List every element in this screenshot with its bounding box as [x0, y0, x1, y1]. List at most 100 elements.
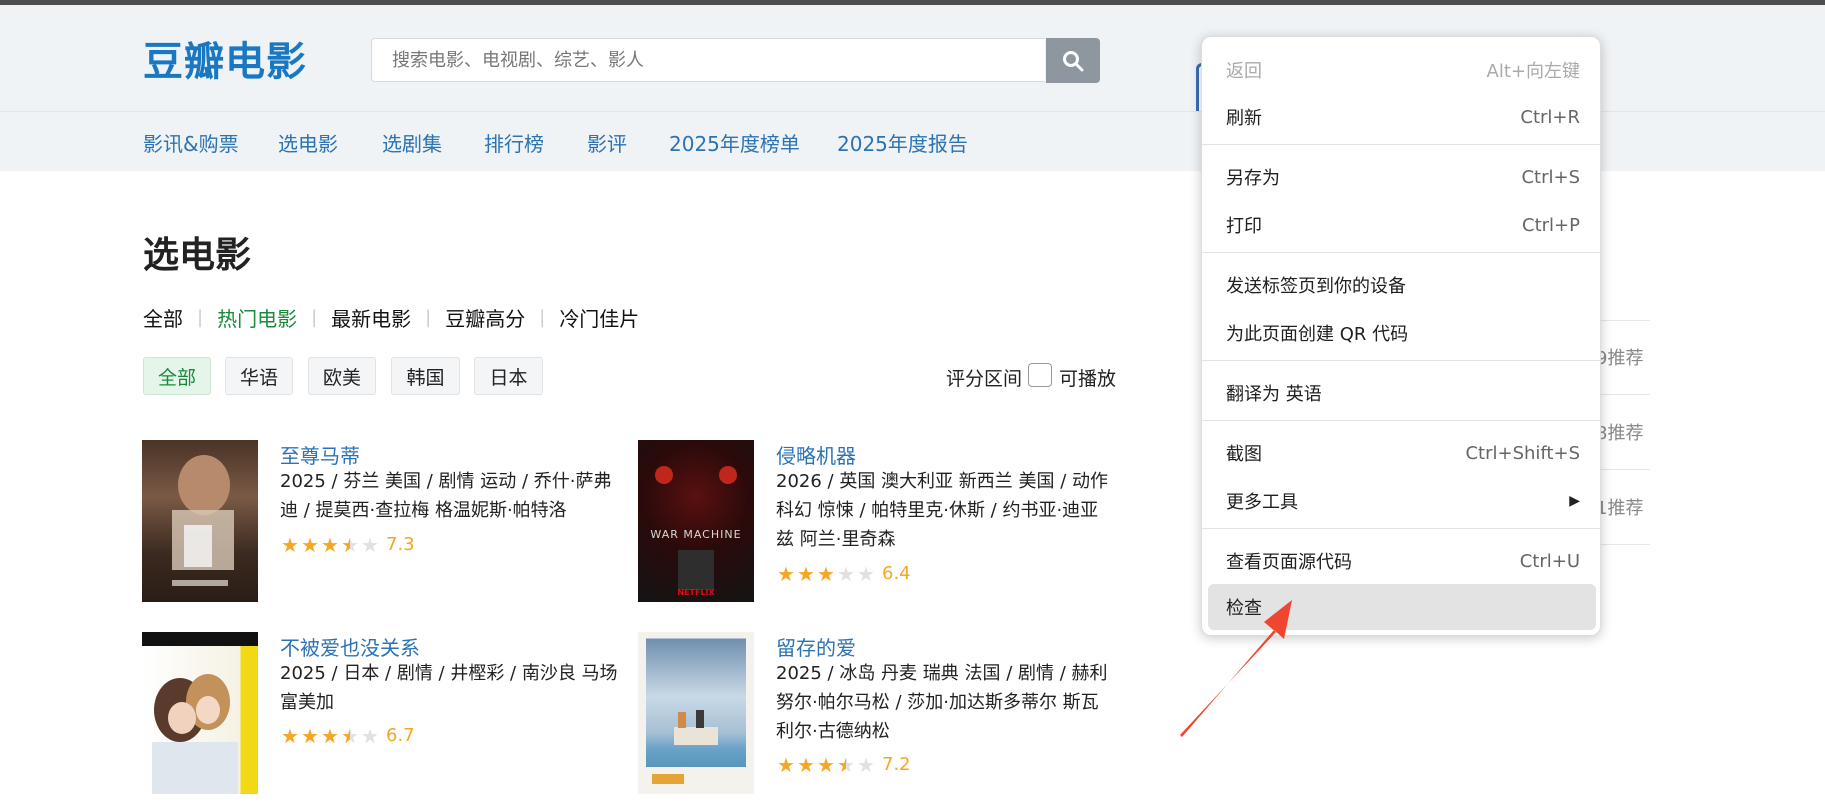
menu-shortcut: Ctrl+Shift+S	[1465, 442, 1580, 464]
menu-item-view-source[interactable]: 查看页面源代码 Ctrl+U	[1208, 538, 1596, 584]
menu-divider	[1202, 252, 1600, 253]
star-icon: ★	[777, 752, 795, 777]
half-star-icon: ★	[341, 532, 359, 557]
menu-item-label: 另存为	[1226, 168, 1280, 189]
poster-love-that-remains[interactable]	[638, 632, 754, 794]
nav-item-annual-list[interactable]: 2025年度榜单	[669, 128, 800, 157]
star-icon: ★	[321, 532, 339, 557]
menu-shortcut: Alt+向左键	[1486, 61, 1580, 82]
star-icon: ★	[361, 532, 379, 557]
movie-title[interactable]: 至尊马蒂	[280, 440, 360, 469]
star-icon: ★	[857, 561, 875, 586]
playable-label[interactable]: 可播放	[1059, 364, 1116, 391]
movie-rating: ★ ★ ★ ★ ★ 6.7	[280, 725, 415, 746]
poster-war-machine[interactable]: WAR MACHINE NETFLIX	[638, 440, 754, 602]
star-icon: ★	[817, 561, 835, 586]
star-icon: ★	[281, 723, 299, 748]
star-icon: ★	[837, 561, 855, 586]
douban-movie-logo[interactable]: 豆瓣电影	[143, 29, 307, 87]
menu-item-print[interactable]: 打印 Ctrl+P	[1208, 202, 1596, 248]
menu-divider	[1202, 144, 1600, 145]
star-icon: ★	[321, 723, 339, 748]
search-input[interactable]	[371, 38, 1045, 82]
search-icon	[1063, 50, 1084, 71]
star-icon: ★	[817, 752, 835, 777]
tab-divider: |	[539, 307, 546, 328]
menu-item-label: 更多工具	[1226, 492, 1298, 513]
star-icon: ★	[797, 561, 815, 586]
movie-meta: 2025 / 冰岛 丹麦 瑞典 法国 / 剧情 / 赫利努尔·帕尔马松 / 莎加…	[776, 663, 1108, 742]
movie-meta: 2026 / 英国 澳大利亚 新西兰 美国 / 动作 科幻 惊悚 / 帕特里克·…	[776, 471, 1108, 550]
recommend-count: 8推荐	[1596, 423, 1644, 444]
menu-item-inspect[interactable]: 检查	[1208, 584, 1596, 630]
tab-all[interactable]: 全部	[143, 303, 183, 332]
nav-item-reviews[interactable]: 影评	[587, 128, 627, 157]
region-chip-chinese[interactable]: 华语	[225, 357, 293, 395]
menu-divider	[1202, 360, 1600, 361]
menu-item-label: 检查	[1226, 598, 1262, 619]
menu-item-refresh[interactable]: 刷新 Ctrl+R	[1208, 94, 1596, 140]
half-star-icon: ★	[341, 723, 359, 748]
star-icon: ★	[797, 752, 815, 777]
tab-hidden-gems[interactable]: 冷门佳片	[559, 303, 639, 332]
menu-item-back: 返回 Alt+向左键	[1208, 47, 1596, 93]
movie-rating: ★ ★ ★ ★ ★ 7.2	[776, 754, 911, 775]
submenu-arrow-icon: ▶	[1569, 493, 1580, 509]
playable-checkbox[interactable]	[1028, 363, 1052, 387]
score-range-filter[interactable]: 评分区间	[946, 364, 1022, 391]
movie-rating: ★ ★ ★ ★ ★ 6.4	[776, 563, 911, 584]
poster-art	[655, 466, 737, 590]
region-chip-all[interactable]: 全部	[143, 357, 211, 395]
star-icon: ★	[301, 532, 319, 557]
movie-title[interactable]: 留存的爱	[776, 632, 856, 661]
poster-art	[638, 632, 754, 794]
context-menu: 返回 Alt+向左键 刷新 Ctrl+R 另存为 Ctrl+S 打印 Ctrl+…	[1201, 36, 1601, 636]
poster-title-text: WAR MACHINE	[650, 528, 742, 541]
menu-item-send-to-device[interactable]: 发送标签页到你的设备	[1208, 262, 1596, 308]
nav-item-movies[interactable]: 选电影	[278, 128, 338, 157]
menu-shortcut: Ctrl+U	[1519, 550, 1580, 572]
region-chip-western[interactable]: 欧美	[308, 357, 376, 395]
search-button[interactable]	[1046, 38, 1100, 83]
nav-item-annual-report[interactable]: 2025年度报告	[837, 128, 968, 157]
menu-item-create-qr[interactable]: 为此页面创建 QR 代码	[1208, 310, 1596, 356]
nav-item-charts[interactable]: 排行榜	[484, 128, 544, 157]
recommend-count: 1推荐	[1596, 498, 1644, 519]
menu-item-more-tools[interactable]: 更多工具 ▶	[1208, 478, 1596, 524]
poster-unloved[interactable]	[142, 632, 258, 794]
tab-divider: |	[197, 307, 204, 328]
menu-item-label: 打印	[1226, 216, 1262, 237]
movie-meta: 2025 / 日本 / 剧情 / 井樫彩 / 南沙良 马场富美加	[280, 663, 618, 713]
nav-item-tv[interactable]: 选剧集	[382, 128, 442, 157]
menu-item-label: 发送标签页到你的设备	[1226, 276, 1406, 297]
movie-title[interactable]: 不被爱也没关系	[280, 632, 420, 661]
region-chip-japan[interactable]: 日本	[474, 357, 543, 395]
menu-shortcut: Ctrl+S	[1521, 166, 1580, 188]
menu-item-label: 查看页面源代码	[1226, 552, 1352, 573]
region-chip-korea[interactable]: 韩国	[391, 357, 460, 395]
menu-item-label: 为此页面创建 QR 代码	[1226, 324, 1409, 345]
menu-shortcut: Ctrl+P	[1522, 214, 1580, 236]
tab-top-rated[interactable]: 豆瓣高分	[445, 303, 525, 332]
tab-latest[interactable]: 最新电影	[331, 303, 411, 332]
menu-item-label: 截图	[1226, 444, 1262, 465]
poster-marty-supreme[interactable]	[142, 440, 258, 602]
tab-hot[interactable]: 热门电影	[217, 303, 297, 332]
menu-item-label: 刷新	[1226, 108, 1262, 129]
movie-score: 6.7	[386, 725, 415, 746]
star-icon: ★	[281, 532, 299, 557]
page-title: 选电影	[143, 235, 252, 276]
recommend-count: 9推荐	[1596, 348, 1644, 369]
star-icon: ★	[301, 723, 319, 748]
half-star-icon: ★	[837, 752, 855, 777]
menu-item-translate[interactable]: 翻译为 英语	[1208, 370, 1596, 416]
movie-rating: ★ ★ ★ ★ ★ 7.3	[280, 534, 415, 555]
star-icon: ★	[857, 752, 875, 777]
movie-title[interactable]: 侵略机器	[776, 440, 856, 469]
movie-score: 6.4	[882, 563, 911, 584]
menu-item-save-as[interactable]: 另存为 Ctrl+S	[1208, 154, 1596, 200]
menu-shortcut: Ctrl+R	[1520, 106, 1580, 128]
menu-item-screenshot[interactable]: 截图 Ctrl+Shift+S	[1208, 430, 1596, 476]
star-icon: ★	[777, 561, 795, 586]
nav-item-tickets[interactable]: 影讯&购票	[143, 128, 239, 157]
